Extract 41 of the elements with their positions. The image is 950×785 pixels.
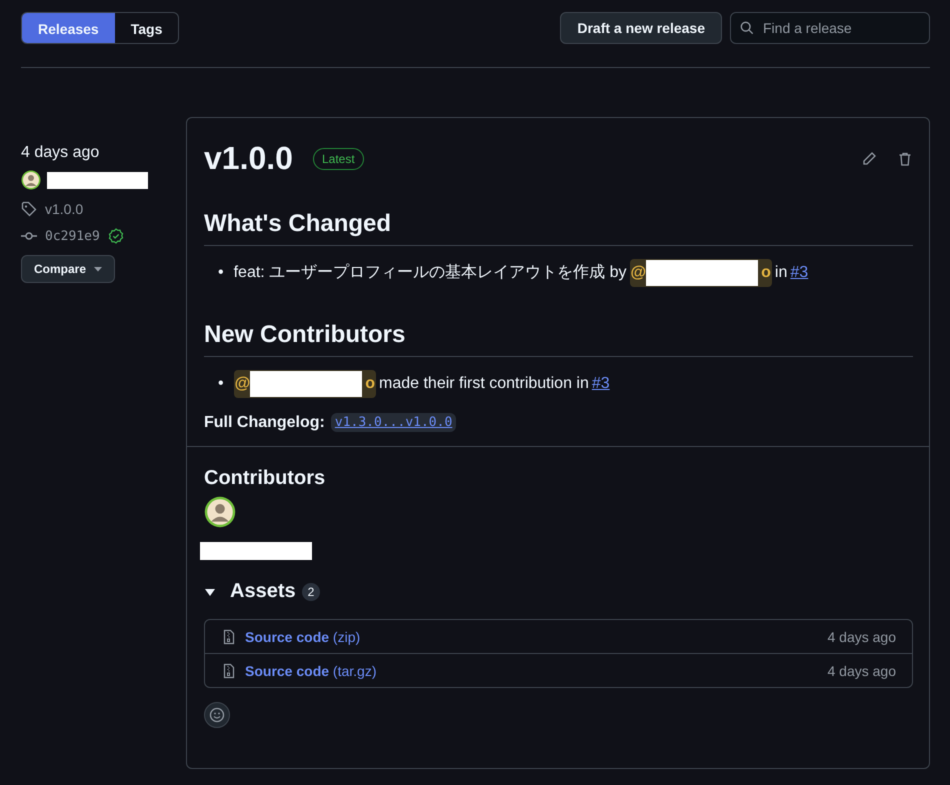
pull-request-link[interactable]: #3 — [592, 369, 610, 399]
zip-file-icon — [221, 662, 237, 678]
bullet: • — [218, 374, 224, 394]
trash-icon[interactable] — [897, 150, 913, 166]
smiley-icon — [209, 707, 225, 723]
asset-time: 4 days ago — [828, 628, 896, 644]
user-mention[interactable]: @ o — [630, 259, 772, 287]
asset-count: 2 — [302, 582, 320, 600]
changelog-label: Full Changelog: — [204, 414, 325, 432]
draft-release-button[interactable]: Draft a new release — [560, 12, 722, 44]
section-heading: What's Changed — [204, 209, 913, 246]
reaction-button[interactable] — [204, 702, 230, 728]
compare-button[interactable]: Compare — [21, 255, 116, 283]
zip-file-icon — [221, 628, 237, 644]
asset-time: 4 days ago — [828, 662, 896, 678]
changelog-link[interactable]: v1.3.0...v1.0.0 — [330, 413, 456, 432]
caret-icon — [94, 266, 102, 272]
search-icon — [740, 21, 754, 35]
asset-link[interactable]: Source code (zip) — [245, 628, 360, 644]
list-text: in — [774, 263, 788, 283]
contributors-heading: Contributors — [204, 467, 326, 490]
latest-label: Latest — [312, 148, 364, 170]
release-title[interactable]: v1.0.0 — [204, 140, 293, 177]
bullet: • — [218, 263, 224, 283]
tab[interactable]: Releases — [22, 13, 115, 43]
section-heading: New Contributors — [204, 320, 913, 357]
user-mention[interactable]: @ o — [234, 370, 376, 398]
pencil-icon[interactable] — [861, 150, 877, 166]
release-time: 4 days ago — [21, 144, 100, 162]
pull-request-link[interactable]: #3 — [790, 258, 808, 288]
list-text: feat: ユーザープロフィールの基本レイアウトを作成 by — [234, 262, 627, 283]
assets-heading[interactable]: Assets — [230, 580, 296, 603]
avatar-icon[interactable] — [21, 170, 41, 190]
tag-icon — [21, 201, 37, 217]
search-field[interactable]: Find a release — [730, 12, 930, 44]
commit-link[interactable]: 0c291e9 — [45, 228, 100, 244]
list-text: made their first contribution in — [379, 374, 589, 394]
asset-link[interactable]: Source code (tar.gz) — [245, 662, 376, 678]
avatar-icon[interactable] — [204, 496, 236, 528]
tab[interactable]: Tags — [114, 13, 178, 43]
tag-link[interactable]: v1.0.0 — [45, 201, 84, 217]
